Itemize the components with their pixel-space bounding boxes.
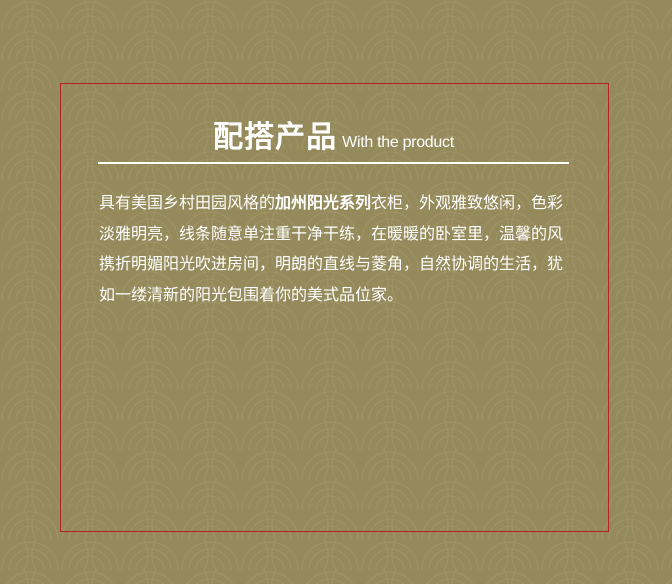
heading-divider: [98, 162, 569, 164]
section-heading: 配搭产品 With the product: [98, 112, 569, 158]
description-text-start: 具有美国乡村田园风格的: [99, 193, 276, 212]
product-description: 具有美国乡村田园风格的加州阳光系列衣柜，外观雅致悠闲，色彩淡雅明亮，线条随意单注…: [99, 188, 571, 310]
heading-english: With the product: [342, 134, 454, 151]
heading-chinese: 配搭产品: [213, 120, 338, 155]
description-highlight: 加州阳光系列: [275, 193, 372, 212]
page: { "heading": { "chinese": "配搭产品", "engli…: [0, 0, 672, 584]
